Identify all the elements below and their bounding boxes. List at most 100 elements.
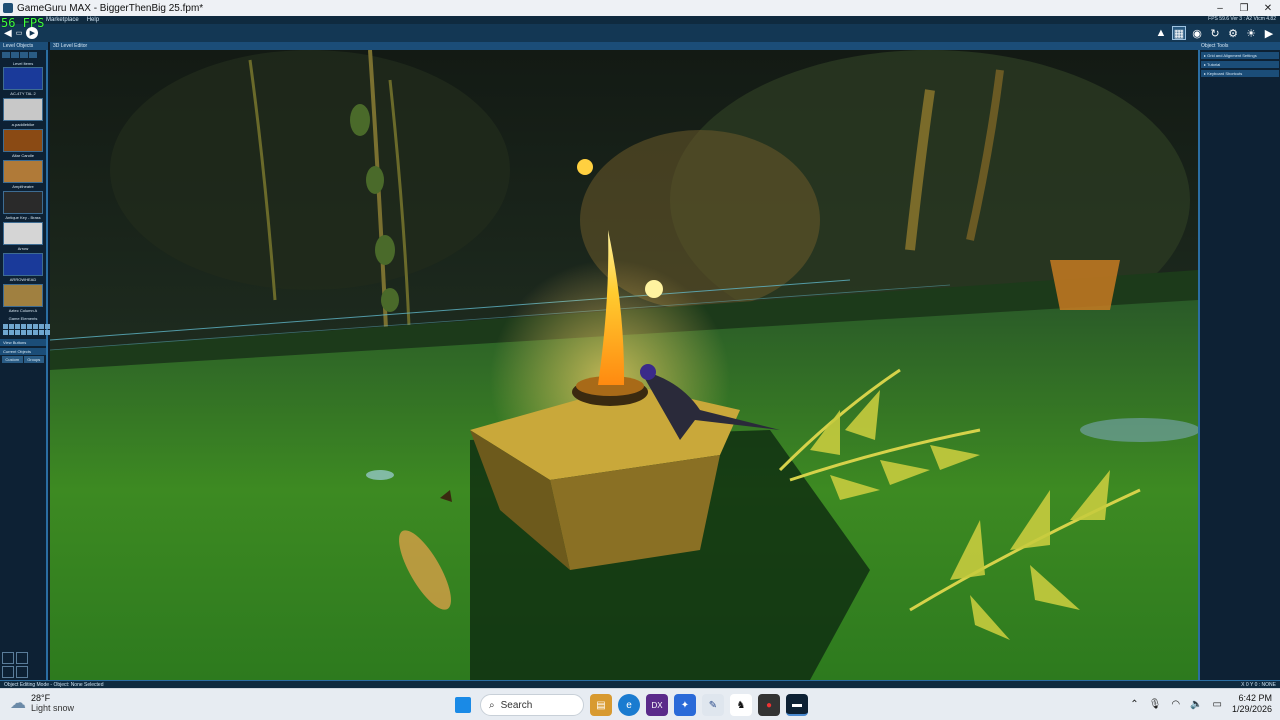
element-icon[interactable]	[3, 330, 8, 335]
object-thumbnail[interactable]: ARROWHEAD	[0, 253, 46, 284]
gizmo-snap-icon[interactable]	[16, 666, 28, 678]
current-objects-section[interactable]: Current Objects	[0, 348, 46, 355]
thumbnail-image	[3, 284, 43, 307]
game-elements-label: Game Elements	[8, 316, 38, 321]
menu-marketplace[interactable]: Marketplace	[46, 17, 79, 23]
keyboard-shortcuts-section[interactable]: ▸ Keyboard Shortcuts	[1201, 70, 1279, 77]
tab-view[interactable]	[11, 52, 19, 58]
search-icon: ⌕	[489, 699, 495, 711]
element-icon[interactable]	[33, 324, 38, 329]
status-bar: Object Editing Mode - Object: None Selec…	[0, 680, 1280, 688]
tool-app-icon[interactable]: ✎	[702, 694, 724, 716]
element-icon[interactable]	[27, 330, 32, 335]
volume-icon[interactable]: 🔈	[1190, 699, 1202, 710]
element-icon[interactable]	[27, 324, 32, 329]
clock-date: 1/29/2026	[1231, 704, 1272, 714]
element-icon[interactable]	[3, 324, 8, 329]
save-icon[interactable]: ▭	[16, 29, 23, 37]
current-objects-tabs: Custom Groups	[0, 355, 46, 364]
gizmo-scale-icon[interactable]	[2, 666, 14, 678]
windows-start-icon[interactable]	[455, 697, 471, 713]
wifi-icon[interactable]: ◠	[1171, 699, 1180, 710]
menu-help[interactable]: Help	[87, 17, 99, 23]
thumbnail-label: AC-4TY TAL 2	[10, 91, 36, 96]
toolbar-left: ◀ ▭ ▶	[4, 27, 39, 39]
weather-condition: Light snow	[31, 703, 75, 713]
gizmo-move-icon[interactable]	[2, 652, 14, 664]
thumbnail-image	[3, 160, 43, 183]
tutorial-section[interactable]: ▸ Tutorial	[1201, 61, 1279, 68]
gizmo-rotate-icon[interactable]	[16, 652, 28, 664]
grid-alignment-settings[interactable]: ▸ Grid and Alignment Settings	[1201, 52, 1279, 59]
thumbnail-image	[3, 98, 43, 121]
thumbnail-label: ARROWHEAD	[9, 277, 37, 282]
element-icon[interactable]	[33, 330, 38, 335]
play-button[interactable]: ▶	[26, 27, 39, 39]
battery-icon[interactable]: ▭	[1213, 699, 1222, 710]
tab-groups[interactable]: Groups	[23, 356, 44, 363]
element-icon[interactable]	[9, 324, 14, 329]
app-icon	[3, 3, 13, 13]
black-app-icon[interactable]: ♞	[730, 694, 752, 716]
3d-viewport[interactable]	[50, 50, 1198, 680]
title-bar: GameGuru MAX - BiggerThenBig 25.fpm* – ❐…	[0, 0, 1280, 16]
viewport-header: 3D Level Editor	[50, 42, 1198, 50]
taskbar: ☁ 28°F Light snow ⌕ Search ▤ e DX ✦ ✎ ♞ …	[0, 688, 1280, 720]
gameguru-app-icon[interactable]: ▬	[786, 694, 808, 716]
element-icon[interactable]	[9, 330, 14, 335]
tab-add[interactable]	[2, 52, 10, 58]
thumbnail-image	[3, 129, 43, 152]
microphone-icon[interactable]: 🎙	[1149, 699, 1162, 710]
settings-icon[interactable]: ⚙	[1226, 26, 1240, 40]
dx-app-icon[interactable]: DX	[646, 694, 668, 716]
light-icon[interactable]: ☀	[1244, 26, 1258, 40]
element-icon[interactable]	[21, 330, 26, 335]
main-toolbar	[0, 24, 1280, 42]
recorder-app-icon[interactable]: ●	[758, 694, 780, 716]
globe-icon[interactable]: ◉	[1190, 26, 1204, 40]
back-arrow-icon[interactable]: ◀	[4, 28, 12, 39]
window-controls: – ❐ ✕	[1208, 0, 1280, 16]
camera-icon[interactable]: ▶	[1262, 26, 1276, 40]
tutorial-label: Tutorial	[1207, 62, 1221, 67]
object-thumbnail[interactable]: Arrow	[0, 222, 46, 253]
search-label: Search	[500, 699, 533, 711]
element-icon[interactable]	[21, 324, 26, 329]
chevron-up-icon[interactable]: ⌃	[1130, 699, 1138, 710]
view-buttons-section[interactable]: View Buttons	[0, 339, 46, 346]
element-icon[interactable]	[39, 330, 44, 335]
thumbnail-image	[3, 222, 43, 245]
tab-filter[interactable]	[20, 52, 28, 58]
blue-app-icon[interactable]: ✦	[674, 694, 696, 716]
clock-time: 6:42 PM	[1238, 693, 1272, 703]
object-thumbnail[interactable]: Antique Key - Brass	[0, 191, 46, 222]
object-thumbnail[interactable]: Aztec Column A	[0, 284, 46, 315]
element-icon[interactable]	[39, 324, 44, 329]
map-icon[interactable]: ▦	[1172, 26, 1186, 40]
widgets-icon[interactable]: ▤	[590, 694, 612, 716]
clock[interactable]: 6:42 PM 1/29/2026	[1232, 693, 1272, 715]
object-thumbnail[interactable]: Altar Candle	[0, 129, 46, 160]
thumbnail-label: Antique Key - Brass	[5, 215, 41, 220]
scene-render	[50, 50, 1198, 680]
object-thumbnail[interactable]: Ampitheatre	[0, 160, 46, 191]
refresh-icon[interactable]: ↻	[1208, 26, 1222, 40]
thumbnail-image	[3, 67, 43, 90]
tab-custom[interactable]: Custom	[2, 356, 23, 363]
weather-widget[interactable]: ☁ 28°F Light snow	[10, 693, 74, 713]
object-thumbnail[interactable]: a.paddlebike	[0, 98, 46, 129]
right-panel-header: Object Tools	[1198, 42, 1280, 50]
toolbar-right: ▲ ▦ ◉ ↻ ⚙ ☀ ▶	[1154, 26, 1276, 40]
close-button[interactable]: ✕	[1256, 0, 1280, 16]
minimize-button[interactable]: –	[1208, 0, 1232, 16]
thumbnail-label: Ampitheatre	[12, 184, 34, 189]
element-icon[interactable]	[15, 324, 20, 329]
element-icon[interactable]	[15, 330, 20, 335]
panel-tabs	[0, 50, 46, 60]
maximize-button[interactable]: ❐	[1232, 0, 1256, 16]
edge-icon[interactable]: e	[618, 694, 640, 716]
taskbar-search[interactable]: ⌕ Search	[480, 694, 584, 716]
terrain-icon[interactable]: ▲	[1154, 26, 1168, 40]
object-thumbnail[interactable]: AC-4TY TAL 2	[0, 67, 46, 98]
tab-more[interactable]	[29, 52, 37, 58]
